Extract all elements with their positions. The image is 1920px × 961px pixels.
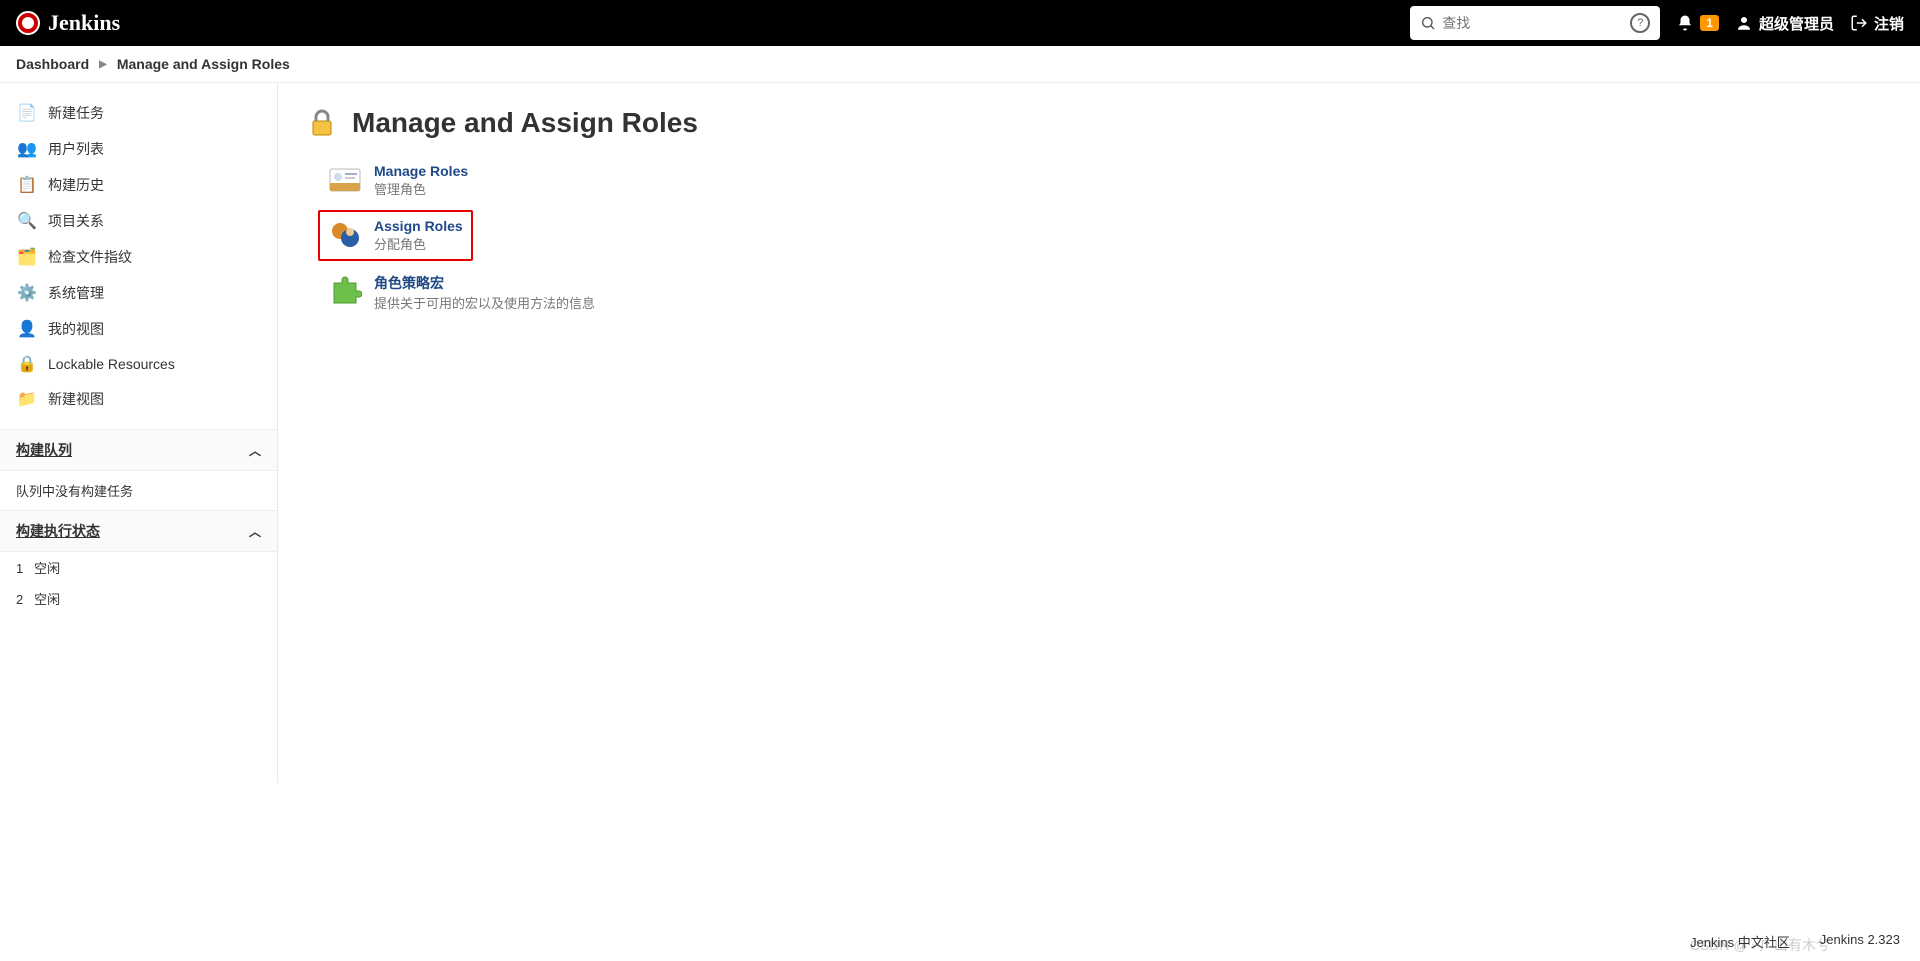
main-content: Manage and Assign Roles Manage Roles 管理角… [278, 83, 1920, 783]
search-box[interactable]: ? [1410, 6, 1660, 40]
build-queue-widget: 构建队列 ︿ 队列中没有构建任务 [0, 429, 277, 510]
executor-num: 1 [16, 561, 23, 576]
sidebar-item-build-history[interactable]: 📋 构建历史 [0, 167, 277, 203]
sidebar-item-manage[interactable]: ⚙️ 系统管理 [0, 275, 277, 311]
executor-row: 1 空闲 [0, 552, 277, 583]
sidebar-item-label: 用户列表 [48, 139, 104, 159]
search-input[interactable] [1442, 15, 1624, 31]
build-queue-header[interactable]: 构建队列 ︿ [0, 429, 277, 471]
sidebar-nav: 📄新建任务 👥用户列表 📋构建历史 🔍项目关系 🗂️检查文件指纹 ⚙️系统管理 … [0, 83, 277, 429]
sidebar-item-my-views[interactable]: 👤 我的视图 [0, 311, 277, 347]
mgmt-item-role-macros[interactable]: 角色策略宏 提供关于可用的宏以及使用方法的信息 [318, 265, 605, 320]
sidebar-item-label: Lockable Resources [48, 356, 175, 372]
chevron-right-icon: ▶ [99, 59, 107, 70]
sidebar-item-relationship[interactable]: 🔍 项目关系 [0, 203, 277, 239]
sidebar-item-label: 新建视图 [48, 389, 104, 409]
sidebar-item-new-view[interactable]: 📁 新建视图 [0, 381, 277, 417]
executor-status-title[interactable]: 构建执行状态 [16, 521, 100, 541]
users-icon [328, 218, 362, 252]
user-menu[interactable]: 超级管理员 [1735, 13, 1834, 34]
chevron-up-icon[interactable]: ︿ [249, 523, 261, 540]
users-icon: 👥 [18, 140, 36, 158]
sidebar-item-label: 我的视图 [48, 319, 104, 339]
mgmt-item-title: 角色策略宏 [374, 273, 595, 293]
footer: Jenkins 中文社区 Jenkins 2.323 [0, 928, 1920, 955]
notification-count-badge: 1 [1700, 15, 1719, 31]
history-icon: 📋 [18, 176, 36, 194]
lock-icon [306, 107, 338, 139]
username-label: 超级管理员 [1759, 13, 1834, 34]
sidebar-item-lockable[interactable]: 🔒 Lockable Resources [0, 347, 277, 381]
my-view-icon: 👤 [18, 320, 36, 338]
logout-button[interactable]: 注销 [1850, 13, 1904, 34]
lock-icon: 🔒 [18, 355, 36, 373]
sidebar-item-fingerprint[interactable]: 🗂️ 检查文件指纹 [0, 239, 277, 275]
chevron-up-icon[interactable]: ︿ [249, 442, 261, 459]
build-queue-title[interactable]: 构建队列 [16, 440, 72, 460]
breadcrumb-item[interactable]: Manage and Assign Roles [117, 56, 290, 72]
id-card-icon [328, 163, 362, 197]
sidebar-item-label: 系统管理 [48, 283, 104, 303]
executor-status-header[interactable]: 构建执行状态 ︿ [0, 510, 277, 552]
search-icon [1420, 15, 1436, 31]
executor-row: 2 空闲 [0, 583, 277, 614]
footer-community-link[interactable]: Jenkins 中文社区 [1690, 932, 1790, 951]
mgmt-item-manage-roles[interactable]: Manage Roles 管理角色 [318, 155, 478, 206]
sidebar-item-label: 项目关系 [48, 211, 104, 231]
executor-state: 空闲 [34, 561, 60, 576]
executor-num: 2 [16, 592, 23, 607]
jenkins-logo-icon [16, 11, 40, 35]
mgmt-item-title: Manage Roles [374, 163, 468, 179]
sidebar-item-label: 新建任务 [48, 103, 104, 123]
sidebar: 📄新建任务 👥用户列表 📋构建历史 🔍项目关系 🗂️检查文件指纹 ⚙️系统管理 … [0, 83, 278, 783]
fingerprint-icon: 🗂️ [18, 248, 36, 266]
sidebar-item-label: 构建历史 [48, 175, 104, 195]
help-icon[interactable]: ? [1630, 13, 1650, 33]
mgmt-item-title: Assign Roles [374, 218, 463, 234]
new-job-icon: 📄 [18, 104, 36, 122]
puzzle-icon [328, 273, 362, 307]
mgmt-item-assign-roles[interactable]: Assign Roles 分配角色 [318, 210, 473, 261]
mgmt-item-desc: 管理角色 [374, 179, 468, 198]
build-queue-empty: 队列中没有构建任务 [0, 471, 277, 510]
page-title: Manage and Assign Roles [306, 107, 1892, 139]
breadcrumb: Dashboard ▶ Manage and Assign Roles [0, 46, 1920, 83]
management-list: Manage Roles 管理角色 Assign Roles 分配角色 角色策略… [306, 155, 1892, 320]
brand[interactable]: Jenkins [16, 10, 120, 36]
header: Jenkins ? 1 超级管理员 注销 [0, 0, 1920, 46]
mgmt-item-desc: 提供关于可用的宏以及使用方法的信息 [374, 293, 595, 312]
brand-label: Jenkins [48, 10, 120, 36]
notifications-button[interactable]: 1 [1676, 14, 1719, 32]
sidebar-item-users[interactable]: 👥 用户列表 [0, 131, 277, 167]
logout-icon [1850, 14, 1868, 32]
mgmt-item-desc: 分配角色 [374, 234, 463, 253]
user-icon [1735, 14, 1753, 32]
bell-icon [1676, 14, 1694, 32]
breadcrumb-item[interactable]: Dashboard [16, 56, 89, 72]
relation-icon: 🔍 [18, 212, 36, 230]
page-title-text: Manage and Assign Roles [352, 107, 698, 139]
gear-icon: ⚙️ [18, 284, 36, 302]
logout-label: 注销 [1874, 13, 1904, 34]
sidebar-item-label: 检查文件指纹 [48, 247, 132, 267]
executor-status-widget: 构建执行状态 ︿ 1 空闲 2 空闲 [0, 510, 277, 614]
sidebar-item-new-job[interactable]: 📄 新建任务 [0, 95, 277, 131]
footer-version: Jenkins 2.323 [1820, 932, 1900, 951]
executor-state: 空闲 [34, 592, 60, 607]
new-view-icon: 📁 [18, 390, 36, 408]
